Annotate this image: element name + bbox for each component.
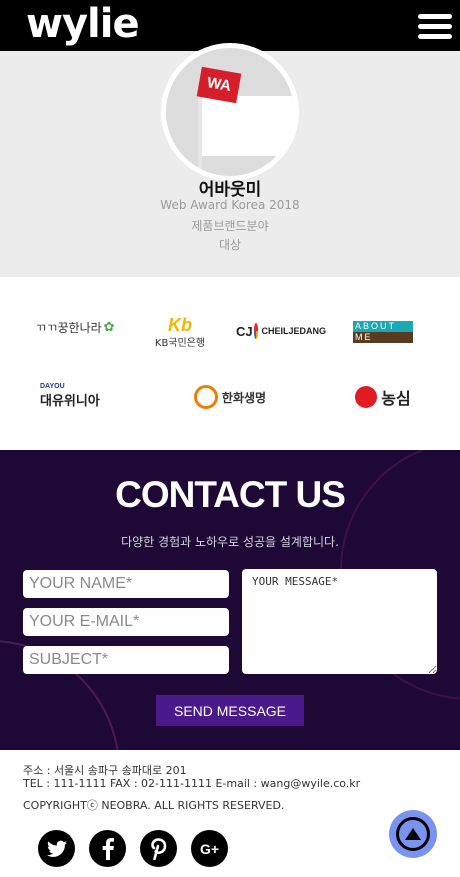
award-section: WA 어바웃미 Web Award Korea 2018 제품브랜드분야 대상 (0, 43, 460, 277)
footer-address: 주소 : 서울시 송파구 송파대로 201 (23, 764, 187, 777)
client-logo-kkakkung: ㄲㄲ꿍한나라 ✿ (35, 319, 115, 335)
award-title: 어바웃미 (198, 180, 262, 200)
client-logo-aboutme: ABOUT ME (353, 321, 413, 343)
nongshim-mark-icon (355, 386, 378, 408)
google-plus-icon[interactable]: G+ (191, 830, 228, 867)
award-prize: 대상 (218, 238, 242, 252)
logo[interactable]: wylie (26, 0, 140, 51)
contact-subtitle: 다양한 경험과 노하우로 성공을 설계합니다. (121, 535, 339, 549)
client-logo-dayou-winia: DAYOU 대유위니아 (40, 383, 100, 409)
pinterest-icon[interactable] (140, 830, 177, 867)
facebook-icon[interactable] (89, 830, 126, 867)
arrow-up-icon (396, 817, 430, 851)
send-message-button[interactable]: SEND MESSAGE (156, 695, 304, 726)
subject-input[interactable] (23, 646, 229, 674)
flag-image (198, 96, 294, 156)
client-logo-kb: Kb KB국민은행 (154, 314, 206, 349)
client-logos: ㄲㄲ꿍한나라 ✿ Kb KB국민은행 CJ CHEILJEDANG ABOUT … (0, 277, 460, 450)
leaf-icon: ✿ (103, 319, 115, 334)
award-image: WA (161, 43, 299, 181)
email-input[interactable] (23, 608, 229, 636)
twitter-icon[interactable] (38, 830, 75, 867)
hanwha-mark-icon (193, 385, 218, 409)
client-logo-cj: CJ CHEILJEDANG (236, 323, 326, 339)
name-input[interactable] (23, 570, 229, 598)
client-logo-hanwha: 한화생명 (189, 383, 271, 411)
message-textarea[interactable] (242, 569, 437, 674)
client-logo-nongshim: 농심 (346, 383, 420, 411)
award-event: Web Award Korea 2018 (160, 198, 300, 212)
footer-contact-info: TEL : 111-1111 FAX : 02-111-1111 E-mail … (23, 777, 361, 790)
cj-mark-icon (253, 323, 259, 339)
footer-copyright: COPYRIGHTⓒ NEOBRA. ALL RIGHTS RESERVED. (23, 799, 285, 812)
contact-title: CONTACT US (115, 474, 346, 515)
scroll-to-top-button[interactable] (389, 810, 437, 858)
contact-section: CONTACT US 다양한 경험과 노하우로 성공을 설계합니다. SEND … (0, 450, 460, 750)
award-category: 제품브랜드분야 (191, 219, 269, 233)
hamburger-menu-icon[interactable] (418, 14, 452, 40)
